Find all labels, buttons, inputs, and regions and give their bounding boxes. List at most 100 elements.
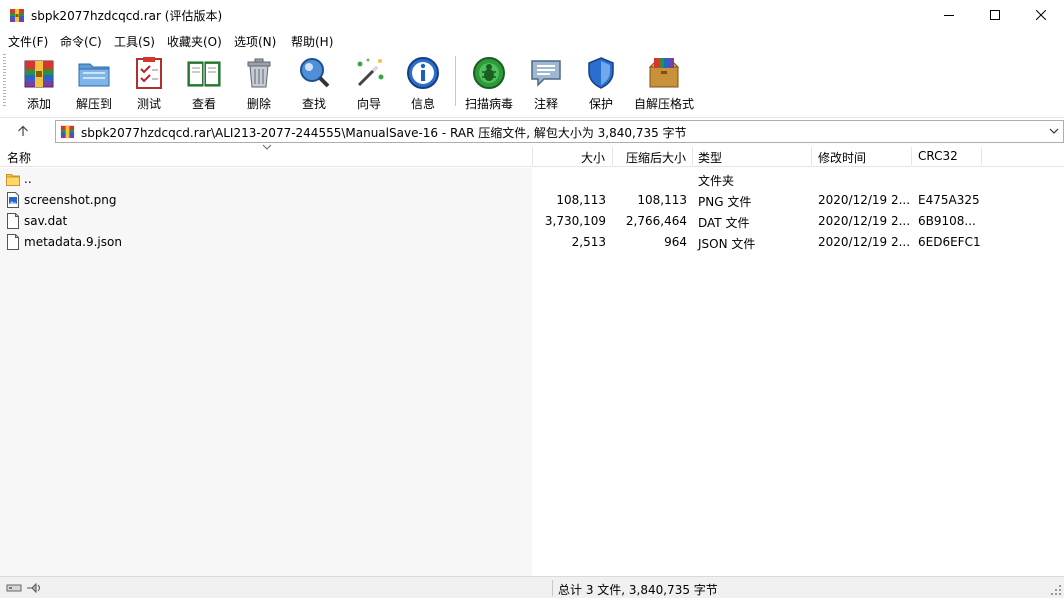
virus-bug-icon — [473, 57, 505, 89]
winrar-app-icon — [10, 9, 24, 22]
view-book-icon — [187, 61, 221, 87]
sort-descending-icon — [262, 144, 272, 150]
test-label: 测试 — [136, 97, 161, 111]
path-combobox[interactable]: sbpk2077hzdcqcd.rar\ALI213-2077-244555\M… — [55, 120, 1064, 143]
file-crc32: E475A325 — [918, 193, 980, 207]
virus-scan-button[interactable]: 扫描病毒 — [462, 53, 516, 111]
file-name: metadata.9.json — [24, 235, 122, 249]
header-size[interactable]: 大小 — [533, 149, 605, 166]
add-label: 添加 — [26, 97, 51, 111]
protect-button[interactable]: 保护 — [578, 53, 624, 111]
find-button[interactable]: 查找 — [291, 53, 337, 111]
view-button[interactable]: 查看 — [180, 53, 228, 111]
test-checklist-icon — [136, 57, 162, 89]
header-crc32[interactable]: CRC32 — [918, 149, 958, 163]
add-button[interactable]: 添加 — [16, 53, 62, 111]
close-button[interactable] — [1018, 0, 1064, 30]
menu-commands[interactable]: 命令(C) — [60, 33, 102, 50]
menu-bar: 文件(F) 命令(C) 工具(S) 收藏夹(O) 选项(N) 帮助(H) — [0, 30, 1064, 50]
image-file-icon — [7, 192, 19, 208]
magnifier-icon — [300, 58, 330, 88]
menu-file[interactable]: 文件(F) — [8, 33, 48, 50]
file-crc32: 6ED6EFC1 — [918, 235, 981, 249]
file-type: PNG 文件 — [698, 195, 752, 209]
file-size: 3,730,109 — [544, 214, 606, 228]
header-divider[interactable] — [811, 147, 812, 165]
comment-button[interactable]: 注释 — [523, 53, 569, 111]
header-divider[interactable] — [981, 147, 982, 165]
file-type: JSON 文件 — [698, 237, 756, 251]
file-modified: 2020/12/19 2... — [818, 235, 911, 249]
title-bar[interactable]: sbpk2077hzdcqcd.rar (评估版本) — [0, 0, 1064, 30]
file-modified: 2020/12/19 2... — [818, 193, 911, 207]
file-name: screenshot.png — [24, 193, 117, 207]
sfx-label: 自解压格式 — [633, 97, 694, 111]
toolbar: 添加 解压到 测试 查看 删除 查找 向导 信息 扫描病毒 注释 保护 自解压格… — [0, 50, 1064, 114]
folder-icon — [6, 174, 20, 186]
file-name: .. — [24, 172, 32, 186]
extract-to-button[interactable]: 解压到 — [70, 53, 118, 111]
window-title: sbpk2077hzdcqcd.rar (评估版本) — [31, 9, 223, 23]
file-packed-size: 964 — [664, 235, 687, 249]
drive-status-icon[interactable] — [6, 581, 42, 595]
file-row[interactable]: screenshot.png 108,113 108,113 PNG 文件 20… — [0, 189, 1064, 210]
find-label: 查找 — [301, 97, 326, 111]
file-row-parent[interactable]: .. 文件夹 — [0, 168, 1064, 189]
maximize-button[interactable] — [972, 0, 1018, 30]
column-header: 名称 大小 压缩后大小 类型 修改时间 CRC32 — [0, 144, 1064, 167]
test-button[interactable]: 测试 — [126, 53, 172, 111]
delete-button[interactable]: 删除 — [236, 53, 282, 111]
menu-favorites[interactable]: 收藏夹(O) — [167, 33, 222, 50]
file-size: 108,113 — [556, 193, 606, 207]
header-modified[interactable]: 修改时间 — [818, 149, 866, 166]
file-modified: 2020/12/19 2... — [818, 214, 911, 228]
resize-grip-icon[interactable] — [1050, 584, 1062, 596]
file-size: 2,513 — [571, 235, 606, 249]
delete-label: 删除 — [246, 97, 271, 111]
toolbar-grip[interactable] — [3, 54, 6, 108]
info-button[interactable]: 信息 — [400, 53, 446, 111]
comment-note-icon — [531, 60, 561, 87]
chevron-down-icon[interactable] — [1049, 126, 1059, 136]
file-name: sav.dat — [24, 214, 68, 228]
arrow-up-icon — [18, 125, 28, 136]
wizard-button[interactable]: 向导 — [346, 53, 392, 111]
menu-tools[interactable]: 工具(S) — [114, 33, 155, 50]
file-list[interactable]: .. 文件夹 screenshot.png 108,113 108,113 PN… — [0, 168, 1064, 576]
menu-options[interactable]: 选项(N) — [234, 33, 276, 50]
minimize-button[interactable] — [926, 0, 972, 30]
status-bar: 总计 3 文件, 3,840,735 字节 — [0, 576, 1064, 598]
add-archive-icon — [24, 60, 54, 88]
magic-wand-icon — [357, 58, 384, 87]
archive-icon — [60, 125, 75, 139]
shield-icon — [588, 57, 614, 89]
menu-help[interactable]: 帮助(H) — [291, 33, 333, 50]
protect-label: 保护 — [588, 97, 613, 111]
extract-to-label: 解压到 — [75, 97, 112, 111]
header-packed-size[interactable]: 压缩后大小 — [613, 149, 686, 166]
file-type: 文件夹 — [698, 174, 735, 188]
file-packed-size: 2,766,464 — [625, 214, 687, 228]
header-divider[interactable] — [911, 147, 912, 165]
winrar-window: sbpk2077hzdcqcd.rar (评估版本) 文件(F) 命令(C) 工… — [0, 0, 1064, 598]
maximize-icon — [990, 10, 1000, 20]
file-packed-size: 108,113 — [637, 193, 687, 207]
header-type[interactable]: 类型 — [698, 149, 722, 166]
info-label: 信息 — [410, 97, 435, 111]
minimize-icon — [944, 15, 954, 16]
address-bar: sbpk2077hzdcqcd.rar\ALI213-2077-244555\M… — [0, 117, 1064, 144]
delete-trash-icon — [247, 58, 271, 88]
header-name[interactable]: 名称 — [7, 149, 31, 166]
file-type: DAT 文件 — [698, 216, 750, 230]
sfx-box-icon — [648, 58, 680, 88]
sfx-button[interactable]: 自解压格式 — [632, 53, 696, 111]
file-crc32: 6B9108... — [918, 214, 976, 228]
header-divider[interactable] — [692, 147, 693, 165]
file-icon — [7, 213, 19, 229]
virus-scan-label: 扫描病毒 — [464, 97, 513, 111]
file-row[interactable]: sav.dat 3,730,109 2,766,464 DAT 文件 2020/… — [0, 210, 1064, 231]
wizard-label: 向导 — [356, 97, 381, 111]
file-row[interactable]: metadata.9.json 2,513 964 JSON 文件 2020/1… — [0, 231, 1064, 252]
comment-label: 注释 — [533, 97, 558, 111]
up-button[interactable] — [10, 121, 36, 141]
